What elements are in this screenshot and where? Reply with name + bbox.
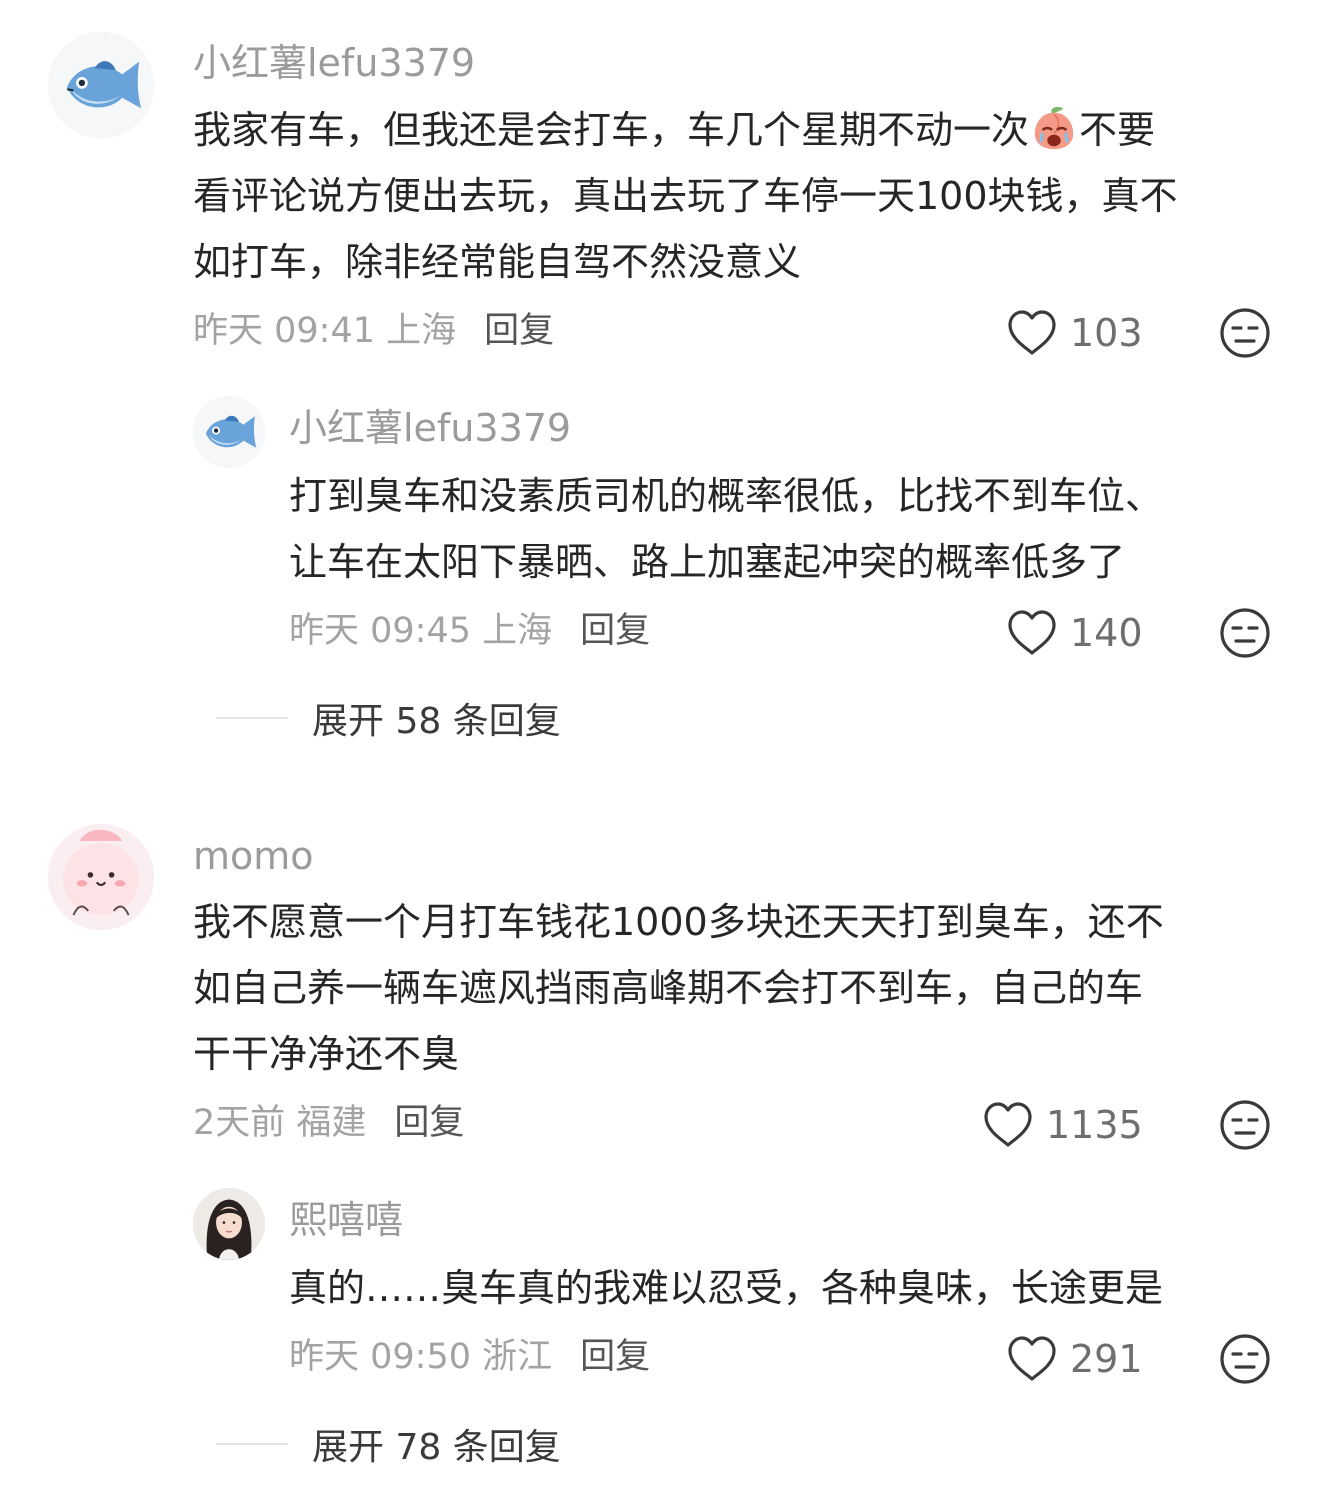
dislike-button[interactable] <box>1219 307 1271 359</box>
comment-meta: 昨天 09:41 上海 回复 <box>193 314 554 349</box>
expand-replies-label: 展开 78 条回复 <box>312 1427 561 1468</box>
like-button[interactable]: 103 <box>1006 308 1143 358</box>
username[interactable]: 小红薯lefu3379 <box>289 409 571 447</box>
dislike-button[interactable] <box>1219 1099 1271 1151</box>
avatar[interactable] <box>193 396 265 468</box>
comment-text-line: 打到臭车和没素质司机的概率很低，比找不到车位、 <box>289 474 1164 518</box>
avatar[interactable] <box>48 824 154 930</box>
reply-button[interactable]: 回复 <box>394 1103 464 1143</box>
reply-button[interactable]: 回复 <box>580 611 650 651</box>
like-count: 291 <box>1070 1337 1143 1381</box>
comment-text: 我不愿意一个月打车钱花1000多块还天天打到臭车，还不 如自己养一辆车遮风挡雨高… <box>193 889 1164 1087</box>
fish-icon <box>193 396 265 468</box>
heart-outline-icon <box>1008 310 1056 355</box>
fish-icon <box>48 32 154 138</box>
heart-outline-icon <box>984 1102 1032 1147</box>
comment-text-line: 真的……臭车真的我难以忍受，各种臭味，长途更是 <box>289 1266 1164 1310</box>
avatar[interactable] <box>48 32 154 138</box>
username[interactable]: momo <box>193 837 314 875</box>
divider <box>216 1443 288 1445</box>
like-count: 103 <box>1070 311 1143 355</box>
comment-meta: 2天前 福建 回复 <box>193 1106 464 1141</box>
comment-text-line: 如自己养一辆车遮风挡雨高峰期不会打不到车，自己的车 <box>193 966 1144 1010</box>
comment-text-line: 看评论说方便出去玩，真出去玩了车停一天100块钱，真不 <box>193 174 1178 218</box>
comment-text-line: 如打车，除非经常能自驾不然没意义 <box>193 240 802 284</box>
expand-replies-button[interactable]: 展开 78 条回复 <box>216 1418 561 1470</box>
avatar[interactable] <box>193 1188 265 1260</box>
divider <box>216 717 288 719</box>
reply-button[interactable]: 回复 <box>484 311 554 351</box>
like-count: 1135 <box>1046 1103 1143 1147</box>
girl-portrait-avatar-icon <box>193 1188 265 1260</box>
dislike-button[interactable] <box>1219 607 1271 659</box>
like-button[interactable]: 1135 <box>982 1100 1143 1150</box>
comment-text: 我家有车，但我还是会打车，车几个星期不动一次 不要 看评论说方便出去玩，真出去玩… <box>193 97 1178 295</box>
comment-text-part: 不要 <box>1079 108 1156 152</box>
comment-meta: 昨天 09:45 上海 回复 <box>289 614 650 649</box>
like-button[interactable]: 291 <box>1006 1334 1143 1384</box>
comment-text-line: 干干净净还不臭 <box>193 1032 460 1076</box>
timestamp-location: 昨天 09:50 浙江 <box>289 1337 553 1377</box>
unamused-face-icon <box>1220 608 1270 658</box>
comment-text: 打到臭车和没素质司机的概率很低，比找不到车位、 让车在太阳下暴晒、路上加塞起冲突… <box>289 463 1163 595</box>
heart-outline-icon <box>1008 1336 1056 1381</box>
unamused-face-icon <box>1220 1334 1270 1384</box>
pink-blob-avatar-icon <box>48 824 154 930</box>
comment-text: 真的……臭车真的我难以忍受，各种臭味，长途更是 <box>289 1255 1163 1321</box>
heart-outline-icon <box>1008 610 1056 655</box>
reply-button[interactable]: 回复 <box>580 1337 650 1377</box>
like-button[interactable]: 140 <box>1006 608 1143 658</box>
comment-text-line: 我不愿意一个月打车钱花1000多块还天天打到臭车，还不 <box>193 900 1164 944</box>
comment-text-line: 让车在太阳下暴晒、路上加塞起冲突的概率低多了 <box>289 540 1126 584</box>
comment-text-part: 我家有车，但我还是会打车，车几个星期不动一次 <box>193 108 1030 152</box>
crying-peach-emoji-icon <box>1034 106 1074 150</box>
username[interactable]: 熙嘻嘻 <box>289 1201 403 1239</box>
timestamp-location: 昨天 09:41 上海 <box>193 311 457 351</box>
expand-replies-label: 展开 58 条回复 <box>312 701 561 742</box>
like-count: 140 <box>1070 611 1143 655</box>
timestamp-location: 昨天 09:45 上海 <box>289 611 553 651</box>
comment-meta: 昨天 09:50 浙江 回复 <box>289 1340 650 1375</box>
dislike-button[interactable] <box>1219 1333 1271 1385</box>
expand-replies-button[interactable]: 展开 58 条回复 <box>216 692 561 744</box>
unamused-face-icon <box>1220 308 1270 358</box>
unamused-face-icon <box>1220 1100 1270 1150</box>
username[interactable]: 小红薯lefu3379 <box>193 44 475 82</box>
timestamp-location: 2天前 福建 <box>193 1103 367 1143</box>
